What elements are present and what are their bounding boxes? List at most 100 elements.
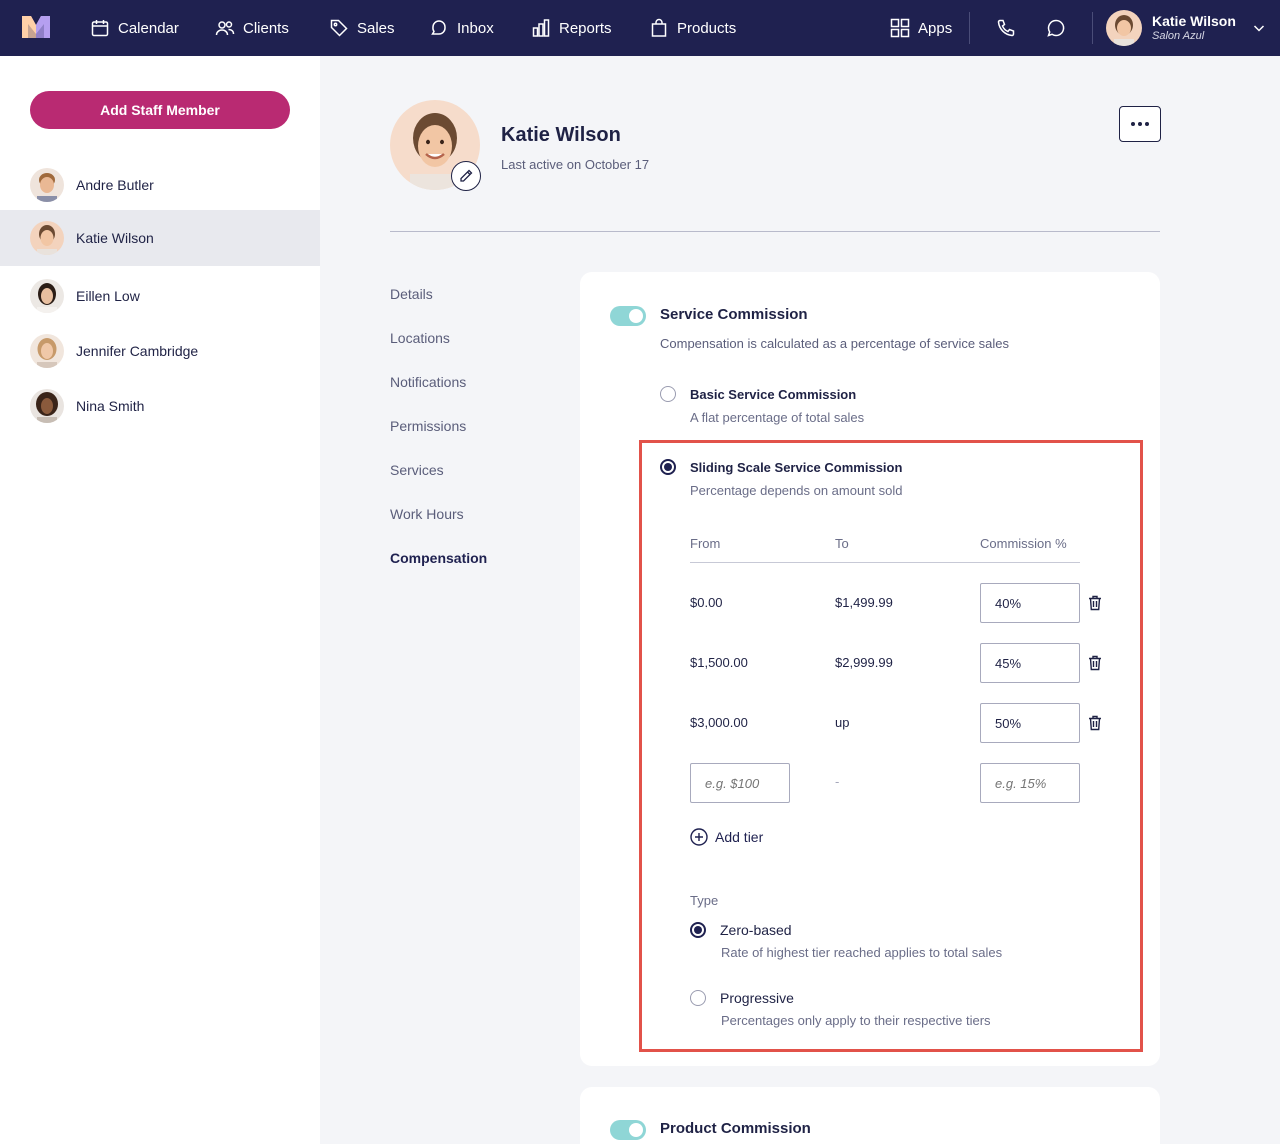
new-tier-commission-input[interactable] <box>980 763 1080 803</box>
subnav-work-hours[interactable]: Work Hours <box>390 506 464 522</box>
new-tier-to: - <box>835 774 840 789</box>
subnav-notifications[interactable]: Notifications <box>390 374 466 390</box>
staff-item-eillen-low[interactable]: Eillen Low <box>0 269 320 323</box>
zero-based-description: Rate of highest tier reached applies to … <box>721 945 1003 960</box>
basic-commission-description: A flat percentage of total sales <box>690 410 865 425</box>
more-options-button[interactable] <box>1119 106 1161 142</box>
add-staff-button[interactable]: Add Staff Member <box>30 91 290 129</box>
chevron-down-icon <box>1253 25 1264 32</box>
highlight-box <box>639 440 1143 1052</box>
staff-name: Katie Wilson <box>76 230 154 246</box>
user-name: Katie Wilson <box>1152 13 1236 29</box>
tag-icon <box>330 19 348 37</box>
avatar <box>30 389 64 423</box>
tier-commission-input[interactable] <box>980 703 1080 743</box>
tier-from: $0.00 <box>690 595 723 610</box>
basic-commission-radio[interactable] <box>660 386 676 402</box>
nav-inbox[interactable]: Inbox <box>429 0 494 56</box>
chat-button[interactable] <box>1046 0 1066 56</box>
tier-to: $1,499.99 <box>835 595 893 610</box>
staff-name: Andre Butler <box>76 177 154 193</box>
app-logo[interactable] <box>22 16 50 38</box>
nav-clients[interactable]: Clients <box>215 0 289 56</box>
product-commission-title: Product Commission <box>660 1120 811 1137</box>
tier-to: $2,999.99 <box>835 655 893 670</box>
tier-from: $1,500.00 <box>690 655 748 670</box>
chat-bubble-icon <box>1047 19 1065 37</box>
service-commission-toggle[interactable] <box>610 306 646 326</box>
progressive-radio[interactable] <box>690 990 706 1006</box>
nav-sales[interactable]: Sales <box>329 0 395 56</box>
more-dots-icon <box>1145 122 1149 126</box>
staff-item-nina-smith[interactable]: Nina Smith <box>0 379 320 433</box>
plus-circle-icon <box>690 828 708 846</box>
subnav-permissions[interactable]: Permissions <box>390 418 466 434</box>
nav-clients-label: Clients <box>243 19 289 37</box>
staff-sidebar: Add Staff Member Andre Butler Katie Wils… <box>0 56 320 1144</box>
nav-apps[interactable]: Apps <box>890 0 952 56</box>
zero-based-title: Zero-based <box>720 922 792 938</box>
subnav-services[interactable]: Services <box>390 462 444 478</box>
service-commission-title: Service Commission <box>660 306 808 323</box>
grid-icon <box>890 18 910 38</box>
avatar <box>30 168 64 202</box>
trash-icon[interactable] <box>1088 655 1102 671</box>
zero-based-radio[interactable] <box>690 922 706 938</box>
sliding-scale-description: Percentage depends on amount sold <box>690 483 903 498</box>
avatar <box>30 279 64 313</box>
progressive-description: Percentages only apply to their respecti… <box>721 1013 991 1028</box>
add-tier-button[interactable]: Add tier <box>690 828 763 846</box>
nav-sales-label: Sales <box>357 19 395 37</box>
staff-name: Jennifer Cambridge <box>76 343 199 359</box>
subnav-locations[interactable]: Locations <box>390 330 450 346</box>
user-avatar <box>1106 10 1142 46</box>
nav-reports-label: Reports <box>559 19 612 37</box>
new-tier-from-input[interactable] <box>690 763 790 803</box>
user-menu[interactable]: Katie Wilson Salon Azul <box>1106 10 1266 46</box>
more-dots-icon <box>1138 122 1142 126</box>
trash-icon[interactable] <box>1088 595 1102 611</box>
inbox-icon <box>431 20 446 35</box>
edit-photo-button[interactable] <box>451 161 481 191</box>
nav-reports[interactable]: Reports <box>531 0 612 56</box>
type-label: Type <box>690 893 719 908</box>
staff-item-andre-butler[interactable]: Andre Butler <box>0 158 320 212</box>
tier-from: $3,000.00 <box>690 715 748 730</box>
tier-commission-input[interactable] <box>980 643 1080 683</box>
staff-item-katie-wilson[interactable]: Katie Wilson <box>0 210 320 266</box>
calendar-icon <box>91 20 109 37</box>
staff-name: Nina Smith <box>76 398 145 414</box>
nav-products-label: Products <box>677 19 737 37</box>
subnav-details[interactable]: Details <box>390 286 433 302</box>
nav-calendar[interactable]: Calendar <box>90 0 179 56</box>
column-header-from: From <box>690 536 721 551</box>
nav-inbox-label: Inbox <box>457 19 494 37</box>
phone-button[interactable] <box>996 0 1016 56</box>
staff-item-jennifer-cambridge[interactable]: Jennifer Cambridge <box>0 324 320 378</box>
progressive-title: Progressive <box>720 990 794 1006</box>
pencil-icon <box>460 169 473 182</box>
phone-icon <box>997 19 1015 37</box>
last-active-text: Last active on October 17 <box>501 157 650 172</box>
subnav-compensation[interactable]: Compensation <box>390 550 487 566</box>
nav-products[interactable]: Products <box>649 0 736 56</box>
tier-to: up <box>835 715 850 730</box>
nav-divider <box>969 12 970 44</box>
avatar <box>30 221 64 255</box>
table-header-divider <box>690 562 1080 563</box>
sliding-scale-title: Sliding Scale Service Commission <box>690 460 903 475</box>
nav-calendar-label: Calendar <box>118 19 179 37</box>
sliding-scale-radio[interactable] <box>660 459 676 475</box>
tier-commission-input[interactable] <box>980 583 1080 623</box>
top-nav: Calendar Clients Sales Inbox Reports Pro… <box>0 0 1280 56</box>
profile-name: Katie Wilson <box>501 124 621 146</box>
nav-divider <box>1092 12 1093 44</box>
users-icon <box>215 21 235 36</box>
shopping-bag-icon <box>651 18 667 37</box>
staff-name: Eillen Low <box>76 288 140 304</box>
trash-icon[interactable] <box>1088 715 1102 731</box>
product-commission-toggle[interactable] <box>610 1120 646 1140</box>
nav-apps-label: Apps <box>918 19 953 37</box>
column-header-commission: Commission % <box>980 536 1067 551</box>
header-divider <box>390 231 1160 232</box>
